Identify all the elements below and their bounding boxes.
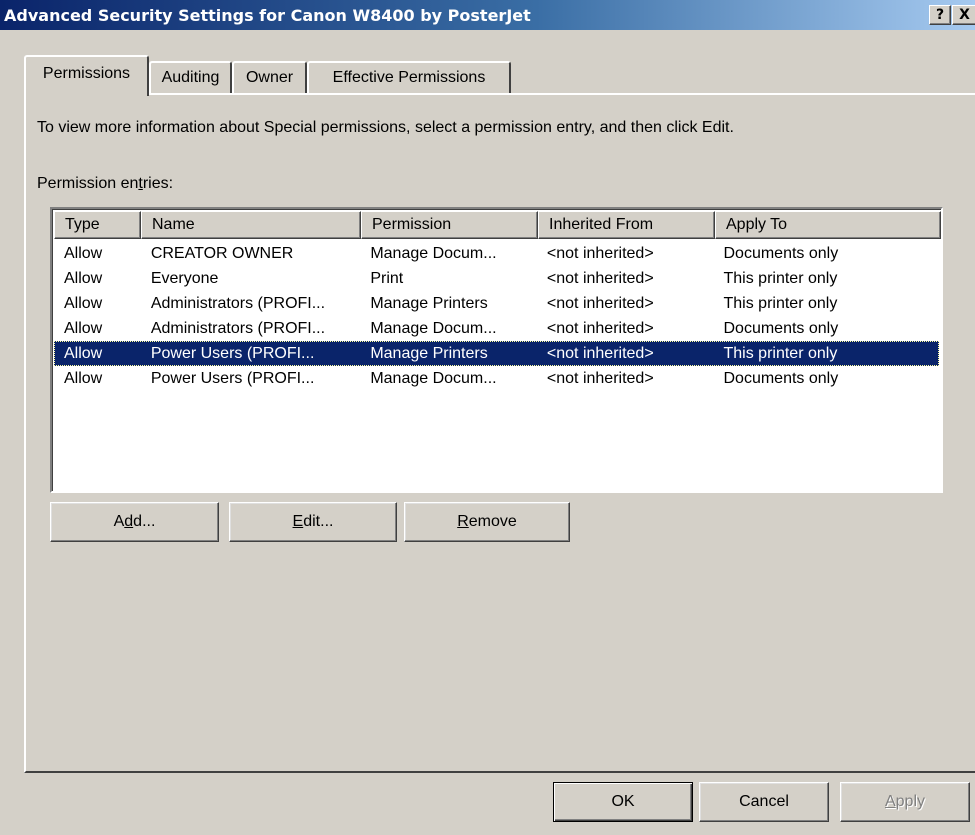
cell-permission: Manage Docum...: [370, 369, 497, 387]
ok-button[interactable]: OK: [553, 782, 693, 822]
tab-permissions[interactable]: Permissions: [24, 55, 149, 96]
tab-auditing[interactable]: Auditing: [149, 61, 232, 93]
edit-label-mnemonic: E: [292, 513, 304, 530]
cell-name: Everyone: [150, 269, 219, 287]
cell-inherited-from: <not inherited>: [546, 244, 654, 262]
apply-label-mnemonic: A: [884, 793, 896, 810]
cell-inherited-from: <not inherited>: [546, 344, 654, 362]
edit-button[interactable]: Edit...: [229, 502, 397, 542]
column-header-type[interactable]: Type: [54, 211, 141, 239]
cell-type: Allow: [64, 344, 103, 362]
cell-type: Allow: [64, 269, 103, 287]
tab-effective-permissions[interactable]: Effective Permissions: [307, 61, 511, 93]
edit-label-part: dit...: [303, 513, 334, 530]
window-title: Advanced Security Settings for Canon W84…: [4, 5, 531, 25]
close-icon[interactable]: X: [952, 5, 975, 25]
apply-button[interactable]: Apply: [840, 782, 970, 822]
title-bar[interactable]: Advanced Security Settings for Canon W84…: [0, 0, 975, 30]
tab-owner-label: Owner: [245, 69, 294, 86]
cell-apply-to: This printer only: [723, 269, 838, 287]
cell-apply-to: Documents only: [723, 244, 839, 262]
cell-name: Administrators (PROFI...: [150, 319, 326, 337]
add-label-mnemonic: d: [124, 513, 134, 530]
cell-inherited-from: <not inherited>: [546, 294, 654, 312]
cell-inherited-from: <not inherited>: [546, 319, 654, 337]
list-row[interactable]: Allow Power Users (PROFI... Manage Print…: [54, 341, 939, 366]
cell-name: CREATOR OWNER: [150, 244, 294, 262]
cell-name: Administrators (PROFI...: [150, 294, 326, 312]
cell-permission: Manage Docum...: [370, 244, 497, 262]
list-row[interactable]: Allow Administrators (PROFI... Manage Pr…: [54, 291, 939, 316]
column-header-name[interactable]: Name: [141, 211, 361, 239]
entries-label-part: ries:: [142, 175, 174, 192]
cell-type: Allow: [64, 369, 103, 387]
column-header-inherited-from[interactable]: Inherited From: [538, 211, 715, 239]
tab-auditing-label: Auditing: [161, 69, 220, 86]
add-button[interactable]: Ad d...: [50, 502, 219, 542]
column-header-permission[interactable]: Permission: [361, 211, 538, 239]
cell-inherited-from: <not inherited>: [546, 369, 654, 387]
list-row[interactable]: Allow Administrators (PROFI... Manage Do…: [54, 316, 939, 341]
cell-type: Allow: [64, 294, 103, 312]
cell-permission: Print: [370, 269, 404, 287]
cell-apply-to: Documents only: [723, 369, 839, 387]
add-label-part: A: [113, 513, 125, 530]
info-text: To view more information about Special p…: [37, 119, 734, 136]
list-row[interactable]: Allow CREATOR OWNER Manage Docum... <not…: [54, 241, 939, 266]
cell-apply-to: Documents only: [723, 319, 839, 337]
permission-entries-list[interactable]: Type Name Permission Inherited From Appl…: [50, 207, 943, 493]
column-header-apply-to[interactable]: Apply To: [715, 211, 941, 239]
cell-apply-to: This printer only: [723, 344, 838, 362]
apply-label-part: pply: [895, 793, 926, 810]
cell-type: Allow: [64, 244, 103, 262]
cell-type: Allow: [64, 319, 103, 337]
remove-label-mnemonic: R: [457, 513, 469, 530]
permission-entries-label: Permission entries:: [37, 175, 173, 193]
cell-apply-to: This printer only: [723, 294, 838, 312]
cell-name: Power Users (PROFI...: [150, 344, 315, 362]
list-header: Type Name Permission Inherited From Appl…: [54, 211, 941, 239]
cell-permission: Manage Printers: [370, 294, 488, 312]
tab-effective-permissions-label: Effective Permissions: [332, 69, 486, 86]
entries-label-part: Permission en: [37, 175, 139, 192]
list-row[interactable]: Allow Power Users (PROFI... Manage Docum…: [54, 366, 939, 391]
cell-name: Power Users (PROFI...: [150, 369, 315, 387]
help-icon[interactable]: ?: [929, 5, 951, 25]
list-rows: Allow CREATOR OWNER Manage Docum... <not…: [54, 241, 939, 391]
cancel-button[interactable]: Cancel: [699, 782, 829, 822]
tab-owner[interactable]: Owner: [232, 61, 307, 93]
remove-button[interactable]: Remove: [404, 502, 570, 542]
cell-permission: Manage Printers: [370, 344, 488, 362]
tab-permissions-label: Permissions: [42, 65, 131, 82]
cell-permission: Manage Docum...: [370, 319, 497, 337]
list-row[interactable]: Allow Everyone Print <not inherited> Thi…: [54, 266, 939, 291]
add-label-part: d...: [133, 513, 156, 530]
cell-inherited-from: <not inherited>: [546, 269, 654, 287]
remove-label-part: emove: [468, 513, 517, 530]
